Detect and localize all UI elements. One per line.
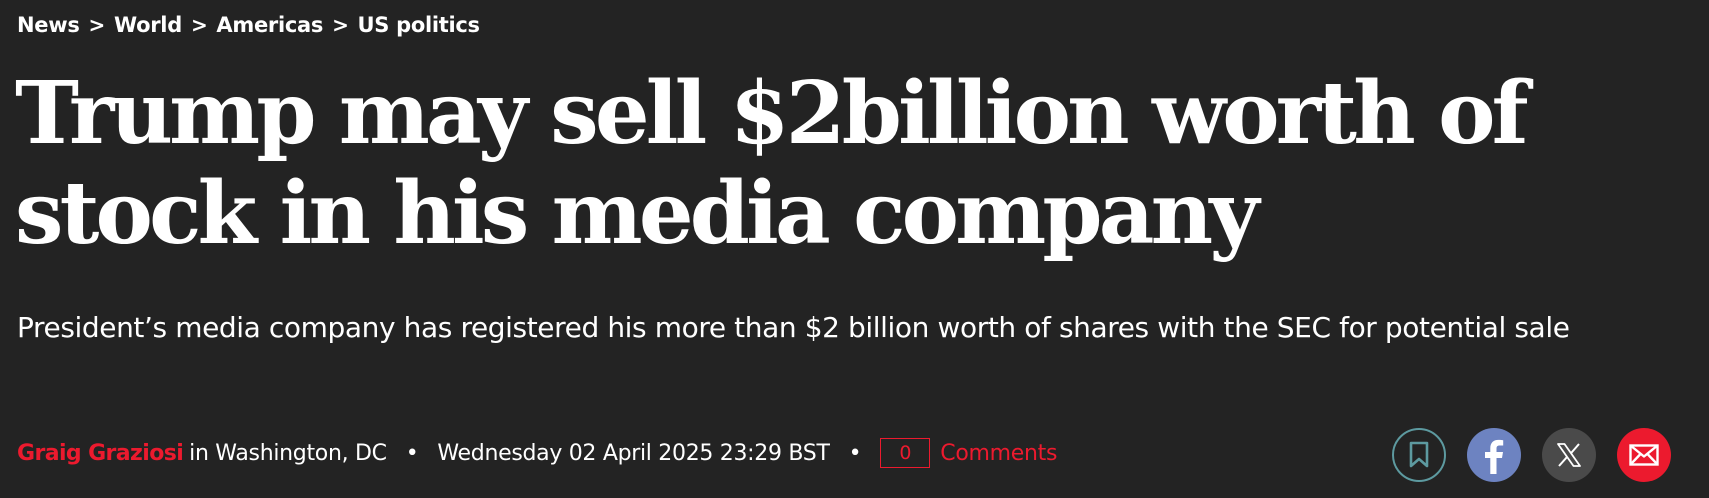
breadcrumb-item-news[interactable]: News [17,13,80,37]
article-standfirst: President’s media company has registered… [17,311,1570,344]
facebook-icon [1485,439,1504,474]
email-share-button[interactable] [1617,428,1671,482]
breadcrumb-item-americas[interactable]: Americas [216,13,323,37]
article-meta: Graig Graziosi in Washington, DC • Wedne… [17,433,1057,473]
facebook-share-button[interactable] [1467,428,1521,482]
author-link[interactable]: Graig Graziosi [17,441,184,466]
breadcrumb-separator: > [332,13,349,37]
publish-date: Wednesday 02 April 2025 23:29 BST [437,440,830,466]
x-share-button[interactable] [1542,428,1596,482]
breadcrumb-separator: > [190,13,208,37]
comment-count-badge: 0 [880,438,931,468]
breadcrumb-separator: > [88,13,106,37]
email-icon [1629,444,1659,466]
comments-link[interactable]: 0 Comments [880,438,1057,468]
author-location: in Washington, DC [189,440,387,466]
meta-separator: • [405,440,419,466]
breadcrumb-item-us-politics[interactable]: US politics [358,13,481,37]
comment-count: 0 [899,442,912,464]
breadcrumb-item-world[interactable]: World [114,13,182,37]
x-icon [1557,443,1581,467]
breadcrumb: News > World > Americas > US politics [17,13,480,37]
meta-separator: • [848,440,862,466]
comments-label: Comments [940,440,1058,466]
bookmark-icon [1409,441,1429,468]
share-bar [1392,428,1671,482]
article-headline: Trump may sell $2billion worth of stock … [15,63,1529,264]
bookmark-button[interactable] [1392,428,1446,482]
